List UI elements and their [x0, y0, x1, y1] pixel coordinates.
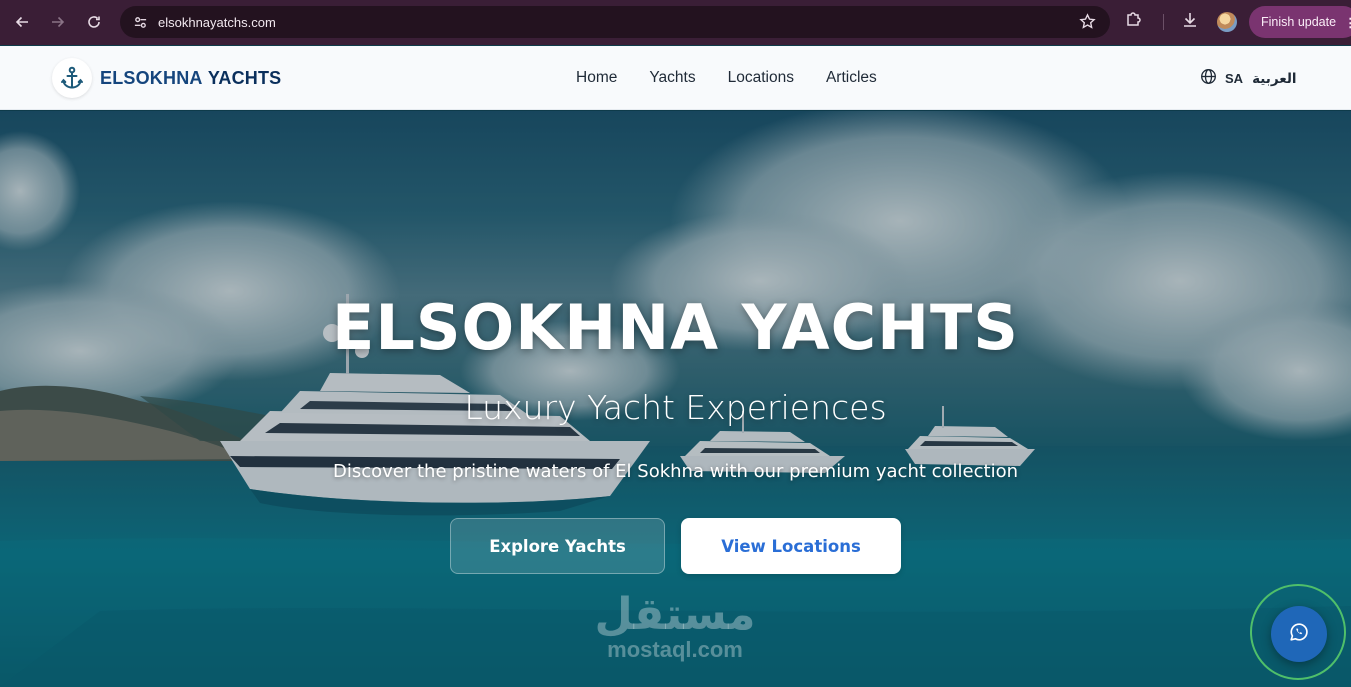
forward-arrow-icon[interactable] [40, 4, 76, 40]
mostaql-watermark: مستقل mostaql.com [590, 591, 760, 663]
bookmark-star-icon[interactable] [1079, 13, 1096, 34]
language-code: SA [1225, 71, 1244, 86]
brand-logo[interactable]: ELSOKHNA YACHTS [52, 58, 281, 98]
extensions-icon[interactable] [1124, 9, 1144, 33]
anchor-icon [52, 58, 92, 98]
nav-home[interactable]: Home [576, 69, 617, 87]
finish-update-button[interactable]: Finish update ⋮ [1249, 6, 1351, 38]
site-info-icon[interactable] [124, 6, 156, 38]
url-text[interactable]: elsokhnayatchs.com [158, 15, 276, 30]
profile-avatar[interactable] [1217, 12, 1237, 32]
toolbar-divider [1163, 14, 1164, 30]
whatsapp-button[interactable] [1271, 606, 1327, 662]
brand-name: ELSOKHNA YACHTS [100, 68, 281, 89]
watermark-latin: mostaql.com [607, 637, 743, 662]
hero-subtitle: Luxury Yacht Experiences [464, 388, 887, 427]
brand-name-part2: YACHTS [207, 67, 282, 88]
main-nav: Home Yachts Locations Articles [560, 46, 893, 110]
nav-articles[interactable]: Articles [826, 69, 877, 87]
site-header: ELSOKHNA YACHTS Home Yachts Locations Ar… [0, 46, 1351, 110]
reload-icon[interactable] [76, 4, 112, 40]
whatsapp-icon [1288, 621, 1310, 647]
globe-icon [1200, 68, 1217, 89]
language-label: العربية [1252, 70, 1297, 87]
hero-title: ELSOKHNA YACHTS [332, 291, 1019, 364]
nav-locations[interactable]: Locations [728, 69, 794, 87]
view-locations-button[interactable]: View Locations [681, 518, 901, 574]
finish-update-label: Finish update [1261, 15, 1337, 29]
more-vert-icon[interactable]: ⋮ [1344, 15, 1351, 30]
back-arrow-icon[interactable] [4, 4, 40, 40]
hero-description: Discover the pristine waters of El Sokhn… [333, 461, 1018, 482]
browser-toolbar: elsokhnayatchs.com Finish update ⋮ [0, 0, 1351, 45]
brand-name-part1: ELSOKHNA [100, 67, 203, 88]
nav-yachts[interactable]: Yachts [649, 69, 695, 87]
address-bar[interactable]: elsokhnayatchs.com [120, 6, 1110, 38]
download-icon[interactable] [1181, 11, 1199, 33]
watermark-arabic: مستقل [594, 589, 756, 640]
hero-section: ELSOKHNA YACHTS Luxury Yacht Experiences… [0, 111, 1351, 687]
language-switcher[interactable]: SA العربية [1200, 68, 1297, 89]
explore-yachts-button[interactable]: Explore Yachts [450, 518, 665, 574]
